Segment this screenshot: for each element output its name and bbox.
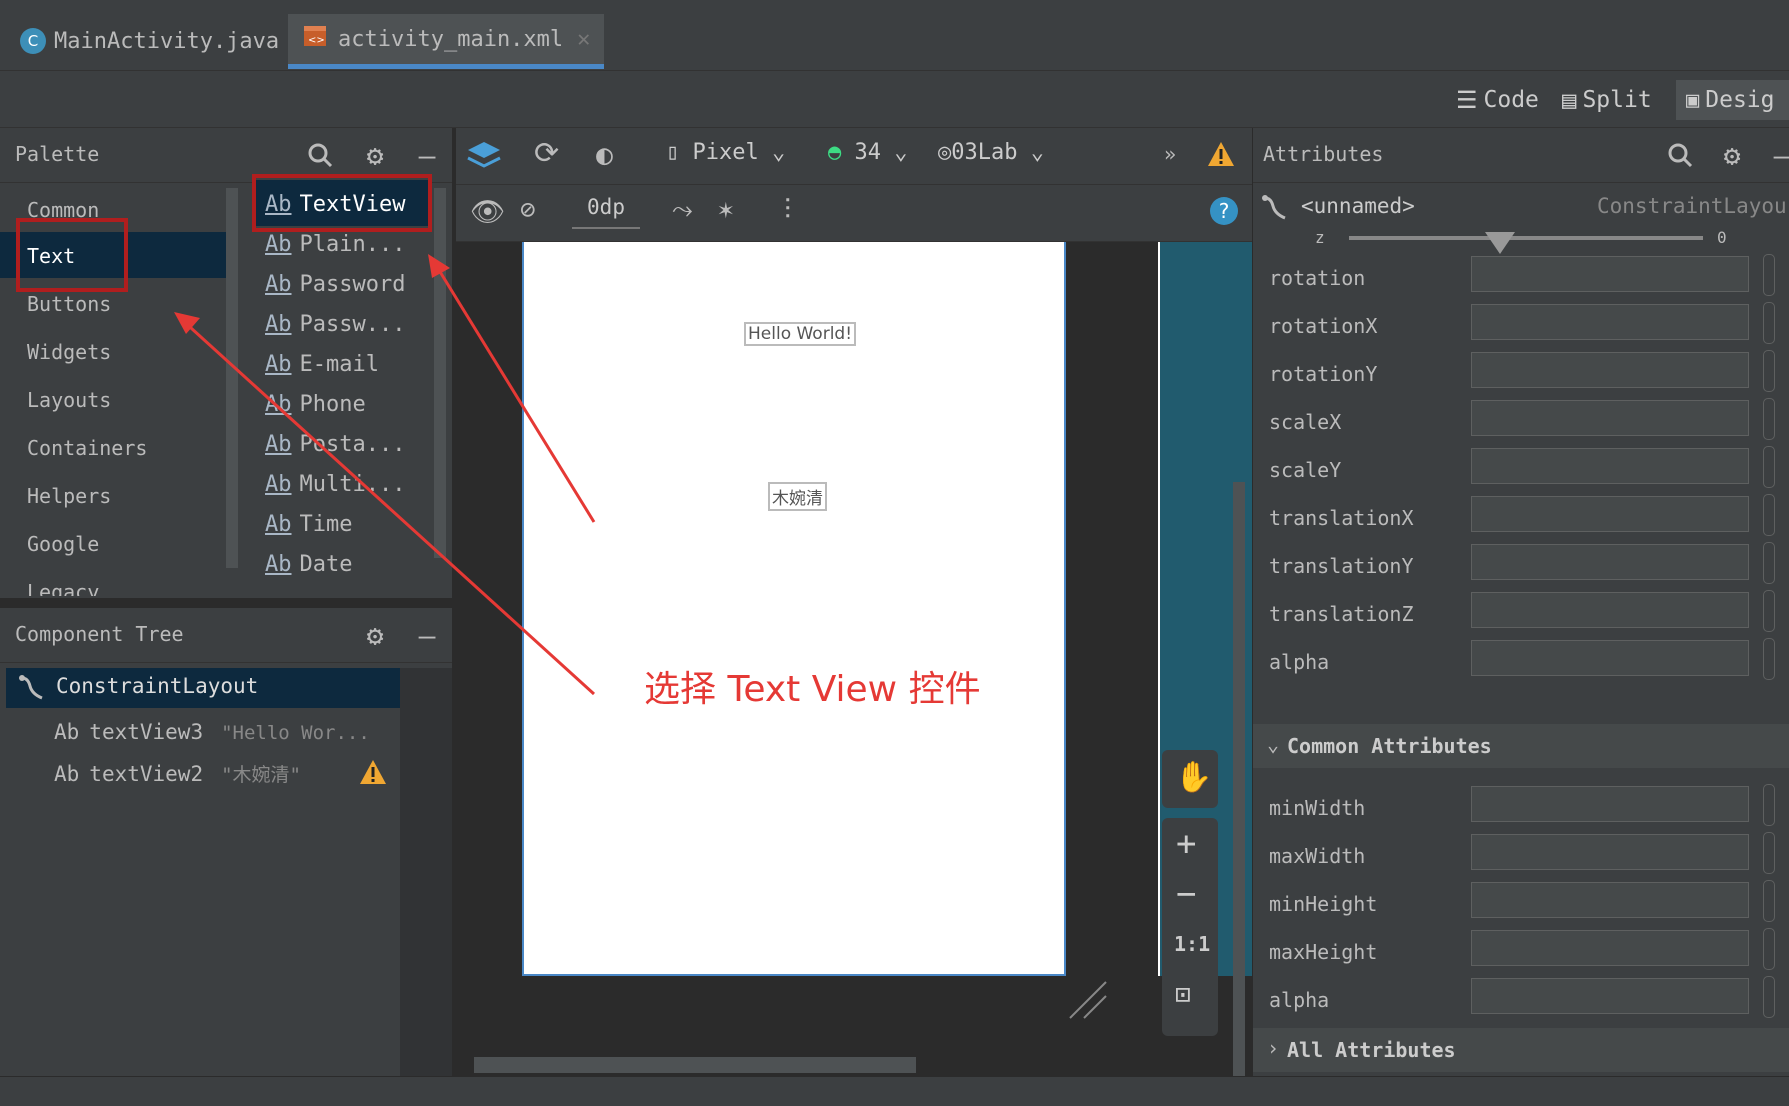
- arrow-to-text-category: [178, 316, 596, 696]
- annotation-text: 选择 Text View 控件: [644, 669, 981, 710]
- arrowhead-textview-item: [428, 254, 450, 278]
- annotation-arrows: [174, 254, 596, 696]
- arrow-to-textview-item: [432, 261, 596, 523]
